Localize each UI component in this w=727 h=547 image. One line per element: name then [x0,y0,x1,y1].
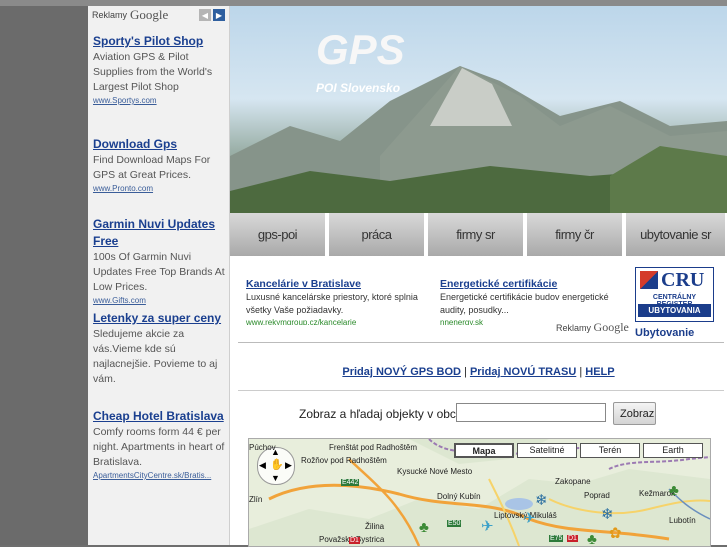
ad-url[interactable]: ApartmentsCityCentre.sk/Bratis... [93,470,225,482]
sidebar-ad: Letenky za super ceny Sledujeme akcie za… [93,310,225,387]
street-view-icon[interactable]: ✋ [270,458,284,471]
ad-url[interactable]: www.rekymgroup.cz/kancelarie [246,317,436,325]
poi-marker-icon[interactable]: ♣ [419,519,429,536]
top-ad: Kancelárie v Bratislave Luxusné kancelár… [246,277,436,325]
link-separator: | [579,366,583,378]
ad-title[interactable]: Garmin Nuvi Updates Free [93,216,225,250]
ad-url[interactable]: www.Pronto.com [93,183,225,195]
ad-url[interactable]: www.Gifts.com [93,295,225,307]
mountain-image [230,66,727,213]
divider [238,390,724,391]
main-content: GPS POI Slovensko gps-poi práca firmy sr… [230,6,727,547]
cru-line2: UBYTOVANIA [638,304,711,317]
pan-control[interactable]: ▲ ▼ ◀ ▶ ✋ [257,447,295,485]
search-bar: Zobraz a hľadaj objekty v obci: Zobraz [230,402,727,428]
google-logo: Google [130,7,169,22]
map-label: Frenštát pod Radhoštěm [329,443,418,452]
map-label: Zlín [249,495,263,504]
poi-marker-icon[interactable]: ✿ [609,524,622,542]
map-label: Žilina [365,522,385,531]
map-type-satellite[interactable]: Satelitné [517,443,577,458]
pan-right-icon[interactable]: ▶ [285,460,292,471]
map-label: Lubotín [669,516,696,525]
sidebar-ad: Download Gps Find Download Maps For GPS … [93,136,225,195]
ad-description: Energetické certifikácie budov energetic… [440,292,609,315]
cru-banner[interactable]: CRU CENTRÁLNY REGISTER UBYTOVANIA [635,267,714,322]
top-ad: Energetické certifikácie Energetické cer… [440,277,630,325]
cru-logo-text: CRU [661,269,705,291]
ad-title[interactable]: Kancelárie v Bratislave [246,277,436,291]
map-label: Dolný Kubín [437,492,481,501]
ad-description: Aviation GPS & Pilot Supplies from the W… [93,51,213,93]
site-subtitle: POI Slovensko [316,81,401,95]
ad-title[interactable]: Letenky za super ceny [93,310,225,327]
left-gutter [0,6,88,545]
previous-ad-icon[interactable]: ◀ [199,9,211,21]
cru-caption[interactable]: Ubytovanie [635,327,694,339]
road-shield: E75 [549,535,564,542]
ad-title[interactable]: Download Gps [93,136,225,153]
show-button[interactable]: Zobraz [613,402,656,425]
add-route-link[interactable]: Pridaj NOVÚ TRASU [470,366,576,378]
add-point-link[interactable]: Pridaj NOVÝ GPS BOD [342,366,461,378]
ads-nav: ◀ ▶ [199,9,225,21]
action-links: Pridaj NOVÝ GPS BOD | Pridaj NOVÚ TRASU … [230,366,727,378]
pan-left-icon[interactable]: ◀ [259,460,266,471]
tab-firmy-cr[interactable]: firmy čr [527,213,624,256]
tab-ubytovanie-sr[interactable]: ubytovanie sr [626,213,727,256]
poi-marker-icon[interactable]: ❄ [601,505,614,523]
cru-logo-icon [640,271,658,289]
ad-description: Sledujeme akcie za vás.Vieme kde sú najl… [93,328,218,385]
map[interactable]: Mapa Satelitné Terén Earth ▲ ▼ ◀ ▶ ✋ Púc… [248,438,711,547]
top-ads-label: Reklamy Google [556,320,629,334]
road-shield: D1 [567,535,578,542]
map-type-earth[interactable]: Earth [643,443,703,458]
road-shield: E442 [341,479,360,486]
map-type-terrain[interactable]: Terén [580,443,640,458]
search-label: Zobraz a hľadaj objekty v obci: [299,407,462,421]
poi-marker-icon[interactable]: ✈ [481,517,494,535]
road-shield: D1 [349,537,360,544]
sidebar-ad: Cheap Hotel Bratislava Comfy rooms form … [93,408,225,482]
google-logo: Google [593,320,629,334]
ad-description: Find Download Maps For GPS at Great Pric… [93,154,211,181]
pan-down-icon[interactable]: ▼ [271,473,280,483]
sidebar-ad: Sporty's Pilot Shop Aviation GPS & Pilot… [93,33,225,107]
nav-tabs: gps-poi práca firmy sr firmy čr ubytovan… [230,213,727,263]
ad-url[interactable]: www.Sportys.com [93,95,225,107]
ads-header: Reklamy Google ◀ ▶ [92,7,225,23]
next-ad-icon[interactable]: ▶ [213,9,225,21]
help-link[interactable]: HELP [585,366,614,378]
ad-description: 100s Of Garmin Nuvi Updates Free Top Bra… [93,251,225,293]
poi-marker-icon[interactable]: ✈ [523,509,536,527]
map-type-map[interactable]: Mapa [454,443,514,458]
ads-label: Reklamy [92,10,128,20]
poi-marker-icon[interactable]: ♣ [669,482,679,499]
road-shield: E50 [447,520,462,527]
search-input[interactable] [456,403,606,422]
map-label: Rožňov pod Radhoštěm [301,456,387,465]
map-label: Kysucké Nové Mesto [397,467,473,476]
tab-firmy-sr[interactable]: firmy sr [428,213,525,256]
ad-title[interactable]: Cheap Hotel Bratislava [93,408,225,425]
header-banner: GPS POI Slovensko [230,6,727,213]
site-title: GPS [316,26,405,73]
ad-description: Luxusné kancelárske priestory, ktoré spl… [246,292,418,315]
poi-marker-icon[interactable]: ❄ [535,491,548,509]
ad-description: Comfy rooms form 44 € per night. Apartme… [93,426,225,468]
map-label: Poprad [584,491,610,500]
map-label: Púchov [249,443,276,452]
sidebar-ad: Garmin Nuvi Updates Free 100s Of Garmin … [93,216,225,307]
tab-gps-poi[interactable]: gps-poi [230,213,327,256]
tab-praca[interactable]: práca [329,213,426,256]
ad-title[interactable]: Sporty's Pilot Shop [93,33,225,50]
map-label: Zakopane [555,477,591,486]
link-separator: | [464,366,467,378]
sidebar-ads: Reklamy Google ◀ ▶ Sporty's Pilot Shop A… [88,6,230,545]
top-ad-row: Kancelárie v Bratislave Luxusné kancelár… [230,263,727,339]
divider [238,342,724,343]
ad-title[interactable]: Energetické certifikácie [440,277,630,291]
